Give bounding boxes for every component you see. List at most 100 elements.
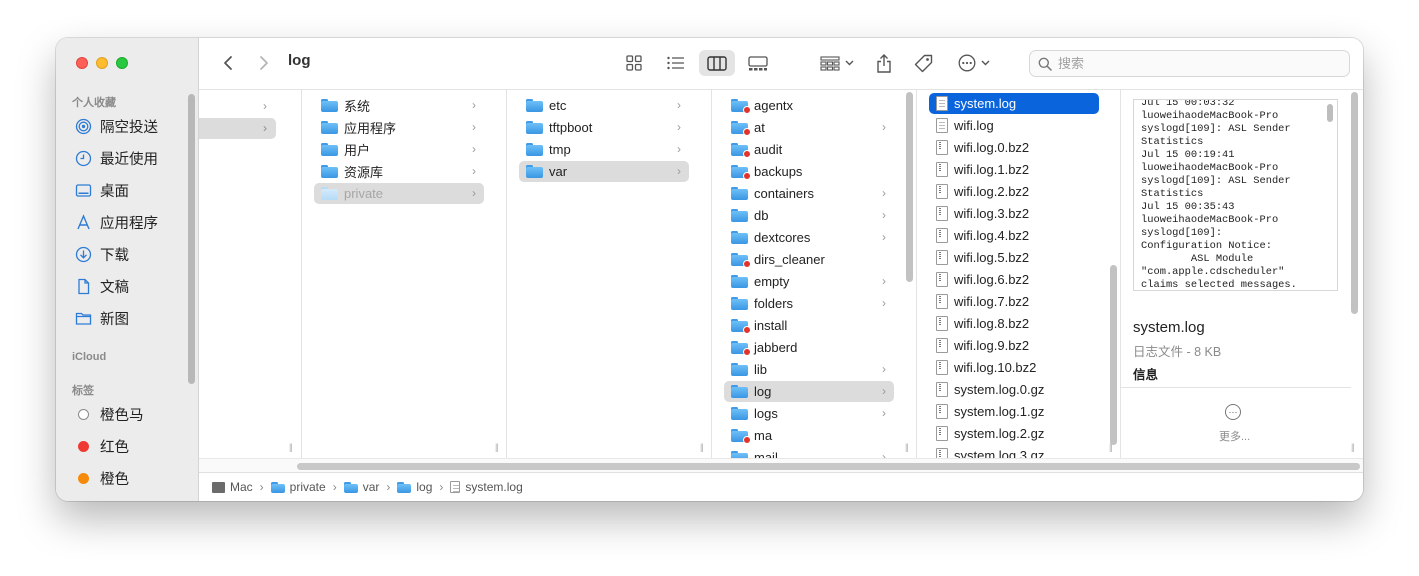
column-scrollbar[interactable] (906, 92, 913, 282)
file-row[interactable]: wifi.log.6.bz2 (929, 269, 1099, 290)
sidebar-item-applications[interactable]: 应用程序 (75, 211, 158, 233)
share-button[interactable] (871, 50, 897, 76)
column-1[interactable]: › › || (199, 90, 302, 458)
list-view-button[interactable] (662, 50, 690, 76)
file-row[interactable]: db › (724, 205, 894, 226)
path-item[interactable]: system.log (465, 480, 522, 494)
sidebar-item-new-folder[interactable]: 新图 (75, 307, 129, 329)
icon-view-button[interactable] (620, 50, 648, 76)
file-row[interactable]: tmp › (519, 139, 689, 160)
sidebar-item-recents[interactable]: 最近使用 (75, 147, 158, 169)
file-row[interactable]: agentx (724, 95, 894, 116)
file-row[interactable]: logs › (724, 403, 894, 424)
file-row[interactable]: wifi.log.7.bz2 (929, 291, 1099, 312)
column-resize-handle[interactable]: || (1109, 442, 1113, 452)
file-row[interactable]: 用户 › (314, 139, 484, 160)
file-row[interactable]: etc › (519, 95, 689, 116)
file-row[interactable]: backups (724, 161, 894, 182)
search-field[interactable] (1029, 50, 1350, 77)
file-row[interactable]: wifi.log.3.bz2 (929, 203, 1099, 224)
path-item[interactable]: private (290, 480, 326, 494)
group-by-button[interactable] (817, 50, 857, 76)
file-row[interactable]: jabberd (724, 337, 894, 358)
file-row[interactable]: 应用程序 › (314, 117, 484, 138)
file-row[interactable]: lib › (724, 359, 894, 380)
column-scrollbar[interactable] (1110, 265, 1117, 445)
file-row[interactable]: wifi.log.5.bz2 (929, 247, 1099, 268)
file-row[interactable]: wifi.log (929, 115, 1099, 136)
forward-button[interactable] (253, 50, 275, 76)
column-resize-handle[interactable]: || (905, 442, 909, 452)
more-actions-button[interactable] (954, 50, 994, 76)
file-row[interactable]: system.log.1.gz (929, 401, 1099, 422)
preview-more-button[interactable]: 更多... (1219, 428, 1250, 444)
archive-icon (936, 338, 948, 353)
back-button[interactable] (217, 50, 239, 76)
file-row[interactable]: wifi.log.1.bz2 (929, 159, 1099, 180)
column-resize-handle[interactable]: || (495, 442, 499, 452)
column-3[interactable]: || etc › tftpboot › tmp › var › (507, 90, 712, 458)
file-row[interactable]: 系统 › (314, 95, 484, 116)
no-access-badge-icon (743, 172, 751, 180)
file-row[interactable]: system.log.3.gz (929, 445, 1099, 458)
file-name: wifi.log.4.bz2 (954, 228, 1030, 243)
column-view-button[interactable] (699, 50, 735, 76)
preview-pane-scrollbar[interactable] (1351, 92, 1358, 314)
file-row[interactable]: system.log.2.gz (929, 423, 1099, 444)
more-icon[interactable]: ··· (1225, 404, 1241, 420)
sidebar-item-documents[interactable]: 文稿 (75, 275, 129, 297)
file-row[interactable]: wifi.log.9.bz2 (929, 335, 1099, 356)
file-row[interactable]: empty › (724, 271, 894, 292)
file-row[interactable]: wifi.log.8.bz2 (929, 313, 1099, 334)
file-row[interactable]: ma (724, 425, 894, 446)
file-row[interactable]: install (724, 315, 894, 336)
chevron-right-icon: › (472, 142, 476, 156)
sidebar-scrollbar[interactable] (188, 94, 195, 384)
minimize-button[interactable] (96, 57, 108, 69)
file-row[interactable]: tftpboot › (519, 117, 689, 138)
sidebar-item-downloads[interactable]: 下载 (75, 243, 129, 265)
sidebar-item-desktop[interactable]: 桌面 (75, 179, 129, 201)
file-row[interactable]: wifi.log.10.bz2 (929, 357, 1099, 378)
tags-button[interactable] (910, 50, 936, 76)
close-button[interactable] (76, 57, 88, 69)
file-name: etc (549, 98, 567, 113)
file-row[interactable]: log › (724, 381, 894, 402)
preview-text-box[interactable]: Jul 15 00:03:32 luoweihaodeMacBook-Pro s… (1133, 99, 1338, 291)
file-row[interactable]: containers › (724, 183, 894, 204)
file-row[interactable]: dirs_cleaner (724, 249, 894, 270)
path-item[interactable]: var (363, 480, 380, 494)
search-input[interactable] (1058, 56, 1338, 71)
column-5[interactable]: || system.log wifi.log wifi.log.0.bz2 wifi.… (917, 90, 1121, 458)
file-row[interactable]: wifi.log.4.bz2 (929, 225, 1099, 246)
file-row[interactable]: mail › (724, 447, 894, 458)
ellipsis-circle-icon (958, 54, 976, 72)
column-4[interactable]: || agentx at › audit backups containers › db › de… (712, 90, 917, 458)
column-2[interactable]: || 系统 › 应用程序 › 用户 › 资源库 › private › (302, 90, 507, 458)
column-resize-handle[interactable]: || (289, 442, 293, 452)
path-item[interactable]: log (416, 480, 432, 494)
zoom-button[interactable] (116, 57, 128, 69)
file-row[interactable]: audit (724, 139, 894, 160)
sidebar-tag-red[interactable]: 红色 (78, 435, 129, 457)
file-row[interactable]: system.log (929, 93, 1099, 114)
file-row[interactable]: wifi.log.0.bz2 (929, 137, 1099, 158)
file-row[interactable]: system.log.0.gz (929, 379, 1099, 400)
file-row[interactable]: at › (724, 117, 894, 138)
column-resize-handle[interactable]: || (700, 442, 704, 452)
file-row[interactable]: 资源库 › (314, 161, 484, 182)
chevron-right-icon: › (263, 99, 267, 113)
file-row[interactable]: folders › (724, 293, 894, 314)
horizontal-scrollbar[interactable] (297, 463, 1360, 470)
path-item[interactable]: Mac (230, 480, 253, 494)
sidebar-tag-orange-horse[interactable]: 橙色马 (78, 403, 144, 425)
file-row[interactable]: private › (314, 183, 484, 204)
sidebar-item-airdrop[interactable]: 隔空投送 (75, 115, 158, 137)
sidebar-tag-orange[interactable]: 橙色 (78, 467, 129, 489)
file-row[interactable]: wifi.log.2.bz2 (929, 181, 1099, 202)
gallery-view-button[interactable] (744, 50, 772, 76)
preview-scrollbar[interactable] (1327, 104, 1333, 122)
column-resize-handle[interactable]: || (1351, 442, 1355, 452)
file-row[interactable]: dextcores › (724, 227, 894, 248)
file-row[interactable]: var › (519, 161, 689, 182)
